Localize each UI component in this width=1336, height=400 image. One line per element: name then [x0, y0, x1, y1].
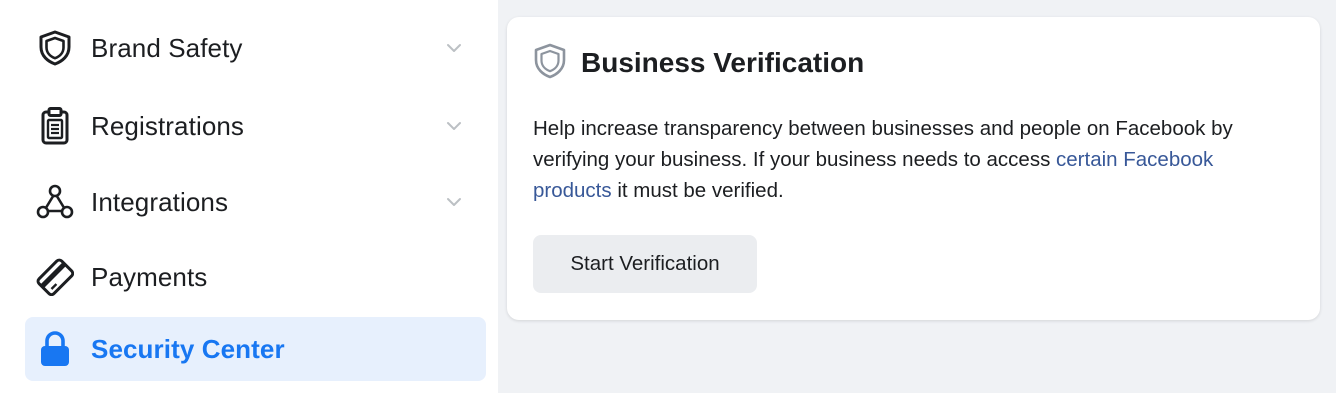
integrations-icon: [35, 182, 75, 222]
card-title: Business Verification: [581, 47, 865, 78]
shield-icon: [533, 43, 567, 84]
sidebar-item-brand-safety[interactable]: Brand Safety: [25, 16, 486, 80]
clipboard-icon: [35, 106, 75, 146]
chevron-down-icon[interactable]: [444, 192, 464, 212]
chevron-down-icon[interactable]: [444, 38, 464, 58]
sidebar-item-label: Brand Safety: [91, 32, 243, 63]
sidebar: Brand Safety Registrations Integrations …: [0, 0, 498, 400]
sidebar-item-registrations[interactable]: Registrations: [25, 94, 486, 158]
business-verification-card: Business Verification Help increase tran…: [507, 17, 1320, 320]
start-verification-button[interactable]: Start Verification: [533, 235, 757, 293]
sidebar-item-label: Registrations: [91, 110, 245, 141]
sidebar-item-label: Security Center: [91, 333, 285, 364]
card-header: Business Verification: [533, 43, 864, 83]
lock-icon: [35, 329, 75, 369]
shield-icon: [35, 28, 75, 68]
main-content: Business Verification Help increase tran…: [498, 0, 1336, 393]
sidebar-item-integrations[interactable]: Integrations: [25, 170, 486, 234]
sidebar-item-label: Payments: [91, 261, 208, 292]
sidebar-item-payments[interactable]: Payments: [25, 245, 486, 309]
description-text-end: it must be verified.: [611, 179, 784, 202]
chevron-down-icon[interactable]: [444, 116, 464, 136]
sidebar-item-label: Integrations: [91, 186, 229, 217]
sidebar-item-security-center[interactable]: Security Center: [25, 317, 486, 381]
credit-card-icon: [35, 257, 75, 297]
card-description: Help increase transparency between busin…: [533, 113, 1233, 206]
